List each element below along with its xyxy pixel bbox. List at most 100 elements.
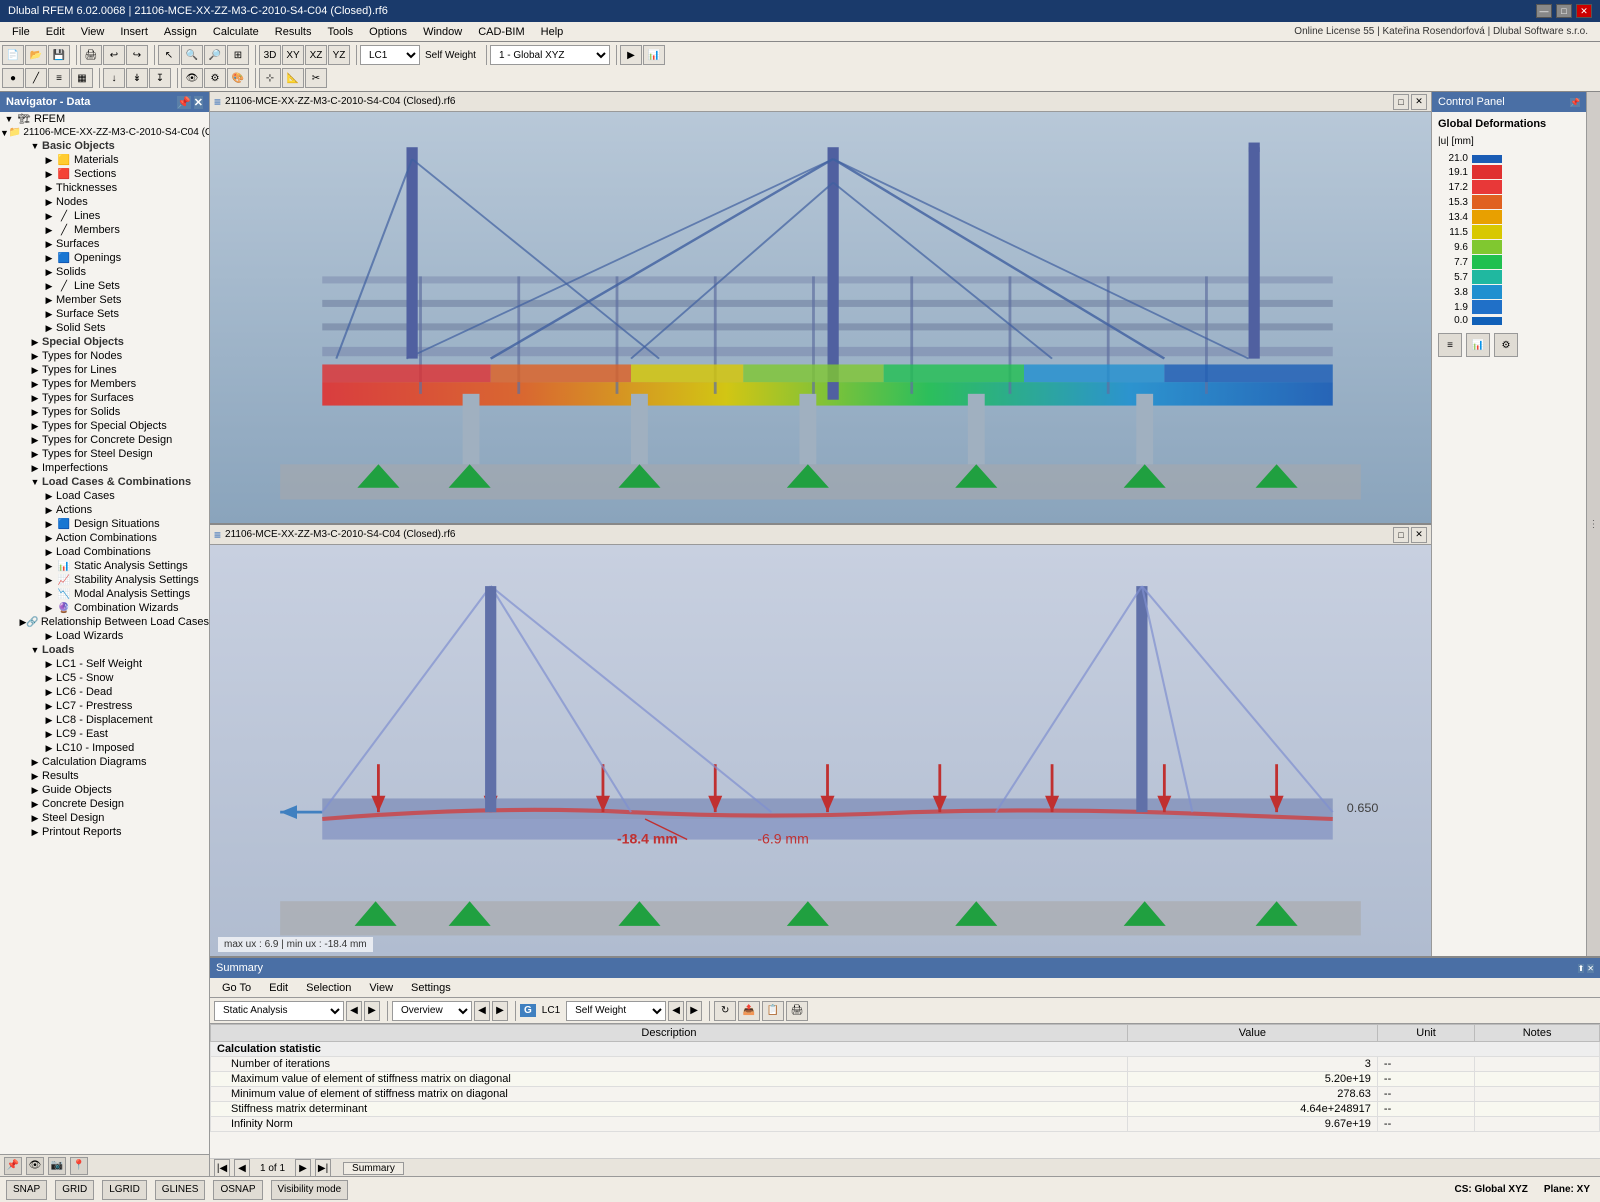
nav-pin-btn[interactable]: 📌 [4,1157,22,1175]
tree-nodes[interactable]: ▶ Nodes [0,195,209,209]
tb-view-3d[interactable]: 3D [259,45,281,65]
lc-selector[interactable]: LC1 [360,45,420,65]
tree-types-special[interactable]: ▶ Types for Special Objects [0,419,209,433]
minimize-button[interactable]: — [1536,4,1552,18]
view-selector[interactable]: 1 - Global XYZ [490,45,610,65]
tb-node[interactable]: ● [2,68,24,88]
menu-results[interactable]: Results [267,22,320,42]
menu-insert[interactable]: Insert [112,22,156,42]
tb-display[interactable]: 👁 [181,68,203,88]
maximize-button[interactable]: □ [1556,4,1572,18]
tree-rel-load-cases[interactable]: ▶ 🔗 Relationship Between Load Cases [0,615,209,629]
summary-tab[interactable]: Summary [343,1162,404,1175]
tree-lc9[interactable]: ▶ LC9 - East [0,727,209,741]
tree-lc7[interactable]: ▶ LC7 - Prestress [0,699,209,713]
tree-actions[interactable]: ▶ Actions [0,503,209,517]
summary-view-select[interactable]: Overview [392,1001,472,1021]
vp-top-close[interactable]: ✕ [1411,94,1427,110]
tb-print[interactable]: 🖨 [80,45,102,65]
tb-member[interactable]: ≡ [48,68,70,88]
tree-types-lines[interactable]: ▶ Types for Lines [0,363,209,377]
tb-new[interactable]: 📄 [2,45,24,65]
tree-action-combinations[interactable]: ▶ Action Combinations [0,531,209,545]
tree-load-cases[interactable]: ▶ Load Cases [0,489,209,503]
tb-calculate[interactable]: ▶ [620,45,642,65]
menu-window[interactable]: Window [415,22,470,42]
tb-zoom-in[interactable]: 🔍 [181,45,203,65]
tb-select[interactable]: ↖ [158,45,180,65]
tree-load-wizards[interactable]: ▶ Load Wizards [0,629,209,643]
osnap-btn[interactable]: OSNAP [213,1180,262,1200]
tb-view-xz[interactable]: XZ [305,45,327,65]
tree-surfaces[interactable]: ▶ Surfaces [0,237,209,251]
tree-materials[interactable]: ▶ 🟨 Materials [0,153,209,167]
nav-eye-btn[interactable]: 👁 [26,1157,44,1175]
tb-view-xy[interactable]: XY [282,45,304,65]
tree-load-combs[interactable]: ▶ Load Combinations [0,545,209,559]
menu-assign[interactable]: Assign [156,22,205,42]
summary-undock[interactable]: ⬆ [1578,964,1585,973]
tree-solidsets[interactable]: ▶ Solid Sets [0,321,209,335]
resize-handle[interactable]: ⋮ [1586,92,1600,956]
menu-view[interactable]: View [73,22,113,42]
vp-top-max[interactable]: □ [1393,94,1409,110]
summary-menu-selection[interactable]: Selection [298,978,359,998]
menu-edit[interactable]: Edit [38,22,73,42]
summary-lc-select[interactable]: Self Weight [566,1001,666,1021]
tree-solids[interactable]: ▶ Solids [0,265,209,279]
tree-thicknesses[interactable]: ▶ Thicknesses [0,181,209,195]
tb-zoom-out[interactable]: 🔎 [204,45,226,65]
navigator-pin[interactable]: 📌 [177,96,191,109]
nav-camera-btn[interactable]: 📷 [48,1157,66,1175]
tb-open[interactable]: 📂 [25,45,47,65]
tree-types-solids[interactable]: ▶ Types for Solids [0,405,209,419]
tree-imperfections[interactable]: ▶ Imperfections [0,461,209,475]
tb-surface[interactable]: ▦ [71,68,93,88]
tree-types-members[interactable]: ▶ Types for Members [0,377,209,391]
tb-load-line[interactable]: ↡ [126,68,148,88]
tb-color[interactable]: 🎨 [227,68,249,88]
tree-sections[interactable]: ▶ 🟥 Sections [0,167,209,181]
vp-bottom-close[interactable]: ✕ [1411,527,1427,543]
tree-openings[interactable]: ▶ 🟦 Openings [0,251,209,265]
tree-basic-objects[interactable]: ▼ Basic Objects [0,139,209,153]
tree-lc6[interactable]: ▶ LC6 - Dead [0,685,209,699]
sum-view-prev[interactable]: ◀ [474,1001,490,1021]
tree-special-objects[interactable]: ▶ Special Objects [0,335,209,349]
tb-snap[interactable]: ⊹ [259,68,281,88]
tb-results[interactable]: 📊 [643,45,665,65]
viewport-bottom-canvas[interactable]: Visibility mode LC1 - Self Weight Loads … [210,545,1431,956]
tree-surfacesets[interactable]: ▶ Surface Sets [0,307,209,321]
cp-table-btn[interactable]: ≡ [1438,333,1462,357]
summary-menu-settings[interactable]: Settings [403,978,459,998]
sum-next-btn[interactable]: ▶ [364,1001,380,1021]
summary-menu-goto[interactable]: Go To [214,978,259,998]
tree-load-combinations-group[interactable]: ▼ Load Cases & Combinations [0,475,209,489]
sum-prev-btn[interactable]: ◀ [346,1001,362,1021]
tree-design-situations[interactable]: ▶ 🟦 Design Situations [0,517,209,531]
tree-lc1[interactable]: ▶ LC1 - Self Weight [0,657,209,671]
cp-pin[interactable]: 📌 [1570,98,1580,107]
sum-lc-next[interactable]: ▶ [686,1001,702,1021]
sum-view-next[interactable]: ▶ [492,1001,508,1021]
menu-file[interactable]: File [4,22,38,42]
lgrid-btn[interactable]: LGRID [102,1180,147,1200]
cp-settings-btn[interactable]: ⚙ [1494,333,1518,357]
tree-linesets[interactable]: ▶ ╱ Line Sets [0,279,209,293]
sum-refresh[interactable]: ↻ [714,1001,736,1021]
tb-line[interactable]: ╱ [25,68,47,88]
nav-coord-btn[interactable]: 📍 [70,1157,88,1175]
sum-export[interactable]: 📤 [738,1001,760,1021]
tree-printout[interactable]: ▶ Printout Reports [0,825,209,839]
tb-undo[interactable]: ↩ [103,45,125,65]
cp-chart-btn[interactable]: 📊 [1466,333,1490,357]
sum-print[interactable]: 🖨 [786,1001,808,1021]
tree-types-surfaces[interactable]: ▶ Types for Surfaces [0,391,209,405]
tb-section-cut[interactable]: ✂ [305,68,327,88]
menu-cadbim[interactable]: CAD-BIM [470,22,532,42]
tree-lc8[interactable]: ▶ LC8 - Displacement [0,713,209,727]
tree-steel-design[interactable]: ▶ Steel Design [0,811,209,825]
tb-filter[interactable]: ⚙ [204,68,226,88]
tree-concrete-design[interactable]: ▶ Concrete Design [0,797,209,811]
tree-types-concrete[interactable]: ▶ Types for Concrete Design [0,433,209,447]
